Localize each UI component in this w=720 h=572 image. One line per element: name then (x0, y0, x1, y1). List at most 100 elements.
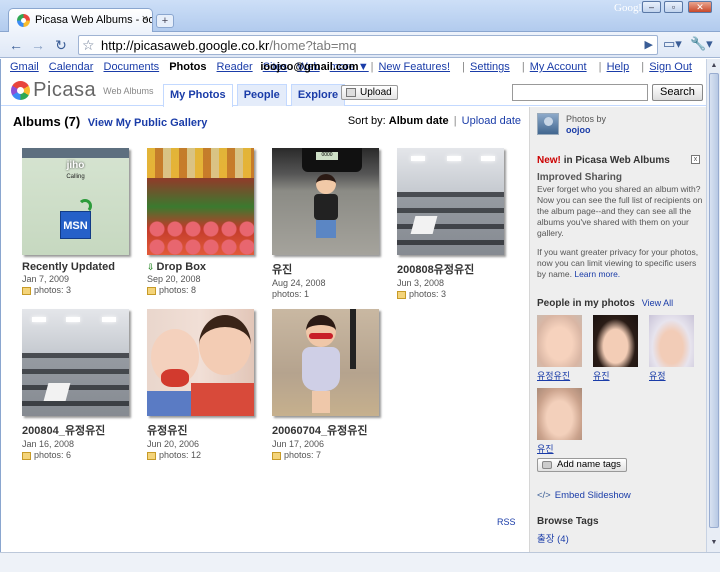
album-thumbnail[interactable] (147, 148, 254, 255)
tag-link[interactable]: 출장 (4) (537, 531, 569, 545)
add-name-tags-button[interactable]: Add name tags (537, 458, 627, 472)
album-name[interactable]: 200804_유정유진 (22, 422, 142, 438)
album-card[interactable]: ⇩ Drop Box Sep 20, 2008 photos: 8 (147, 148, 267, 295)
album-photos-icon (397, 290, 406, 299)
album-thumbnail[interactable]: 0000 (272, 148, 379, 255)
album-thumbnail[interactable] (147, 309, 254, 416)
album-card[interactable]: 20060704_유정유진 Jun 17, 2006 photos: 7 (272, 309, 392, 460)
album-photos-icon (272, 451, 281, 460)
album-date: Jun 3, 2008 (397, 278, 445, 288)
main-tabs: My Photos People Explore (163, 84, 346, 107)
picasa-logo[interactable]: Picasa Web Albums (11, 79, 154, 102)
wrench-menu-icon[interactable]: 🔧▾ (690, 36, 713, 52)
public-gallery-link[interactable]: View My Public Gallery (88, 117, 208, 129)
album-date: Jun 17, 2006 (272, 439, 325, 449)
picasa-header: Picasa Web Albums My Photos People Explo… (1, 78, 707, 107)
album-card[interactable]: jiho Calling MSN Recently Updated Jan 7,… (22, 148, 142, 295)
close-icon[interactable]: x (691, 155, 700, 164)
album-count: photos: 1 (272, 289, 310, 299)
album-card[interactable]: 0000 유진 Aug 24, 2008 photos: 1 (272, 148, 392, 299)
close-window-button[interactable]: ✕ (688, 1, 712, 13)
album-name[interactable]: 200808유정유진 (397, 261, 517, 277)
gbar-gmail[interactable]: Gmail (10, 61, 39, 73)
albums-panel: Albums (7) View My Public Gallery Sort b… (1, 107, 529, 552)
person-name[interactable]: 유정유진 (537, 369, 583, 382)
new-features-link[interactable]: New Features! (378, 61, 450, 73)
tab-my-photos[interactable]: My Photos (163, 84, 233, 107)
album-count: photos: 3 (397, 289, 517, 299)
person-card[interactable]: 유정 (649, 315, 695, 382)
my-account-link[interactable]: My Account (530, 61, 587, 73)
sort-album-date: Album date (388, 115, 449, 127)
album-name[interactable]: ⇩ Drop Box (147, 261, 267, 273)
person-card[interactable]: 유진 (537, 388, 583, 455)
avatar[interactable] (537, 113, 559, 135)
person-name[interactable]: 유정 (649, 369, 695, 382)
promo-subtitle: Improved Sharing (537, 172, 623, 183)
person-face[interactable] (593, 315, 638, 367)
learn-more-link[interactable]: Learn more. (574, 269, 620, 279)
person-card[interactable]: 유정유진 (537, 315, 583, 382)
forward-arrow-icon[interactable]: → (29, 36, 47, 54)
album-count: photos: 8 (147, 285, 267, 295)
album-thumbnail[interactable] (272, 309, 379, 416)
page-menu-icon[interactable]: ▭▾ (663, 36, 682, 52)
albums-heading: Albums (7) View My Public Gallery (13, 114, 208, 129)
album-thumbnail[interactable]: jiho Calling MSN (22, 148, 129, 255)
tab-people[interactable]: People (236, 84, 287, 106)
picasa-favicon-icon (17, 14, 30, 27)
browser-toolbar: ← → ↻ ☆ http://picasaweb.google.co.kr/ho… (0, 32, 720, 58)
browser-tab[interactable]: Picasa Web Albums - oo... × (8, 8, 153, 32)
tab-close-icon[interactable]: × (142, 13, 148, 25)
embed-slideshow-link[interactable]: </> Embed Slideshow (537, 490, 631, 501)
scroll-up-icon[interactable]: ▲ (709, 61, 719, 71)
album-thumbnail[interactable] (22, 309, 129, 416)
album-name[interactable]: Recently Updated (22, 261, 142, 273)
album-name[interactable]: 유진 (272, 261, 392, 277)
scroll-thumb[interactable] (709, 73, 719, 528)
view-all-link[interactable]: View All (642, 298, 673, 308)
album-card[interactable]: 유정유진 Jun 20, 2006 photos: 12 (147, 309, 267, 460)
search-input[interactable] (512, 84, 648, 101)
person-face[interactable] (537, 315, 582, 367)
new-tab-button[interactable]: + (156, 14, 174, 28)
help-link[interactable]: Help (607, 61, 630, 73)
browse-tags-heading: Browse Tags (537, 516, 599, 527)
person-face[interactable] (649, 315, 694, 367)
settings-link[interactable]: Settings (470, 61, 510, 73)
minimize-button[interactable]: – (642, 1, 661, 13)
gbar-calendar[interactable]: Calendar (49, 61, 94, 73)
address-bar[interactable]: ☆ http://picasaweb.google.co.kr/home?tab… (78, 35, 658, 55)
album-count: photos: 3 (22, 285, 142, 295)
maximize-button[interactable]: ▫ (664, 1, 683, 13)
person-name[interactable]: 유진 (537, 442, 583, 455)
reload-icon[interactable]: ↻ (52, 36, 70, 54)
sort-upload-date[interactable]: Upload date (462, 115, 521, 127)
go-arrow-icon[interactable]: ▶ (645, 38, 653, 51)
user-name-link[interactable]: oojoo (566, 125, 591, 135)
person-name[interactable]: 유진 (593, 369, 639, 382)
album-thumbnail[interactable] (397, 148, 504, 255)
sign-out-link[interactable]: Sign Out (649, 61, 692, 73)
vertical-scrollbar[interactable]: ▲ ▼ (706, 59, 720, 552)
person-face[interactable] (537, 388, 582, 440)
gbar-reader[interactable]: Reader (217, 61, 253, 73)
page-content: Gmail Calendar Documents Photos Reader S… (0, 59, 720, 552)
album-name[interactable]: 유정유진 (147, 422, 267, 438)
album-date: Sep 20, 2008 (147, 274, 201, 284)
rss-link[interactable]: RSS (497, 517, 516, 527)
album-card[interactable]: 200804_유정유진 Jan 16, 2008 photos: 6 (22, 309, 142, 460)
album-date: Jan 7, 2009 (22, 274, 70, 284)
album-card[interactable]: 200808유정유진 Jun 3, 2008 photos: 3 (397, 148, 517, 299)
back-arrow-icon[interactable]: ← (7, 36, 25, 54)
name-tag-icon (542, 461, 552, 469)
person-card[interactable]: 유진 (593, 315, 639, 382)
tab-explore[interactable]: Explore (290, 84, 346, 106)
gbar-documents[interactable]: Documents (104, 61, 160, 73)
upload-button[interactable]: Upload (341, 85, 398, 100)
album-name[interactable]: 20060704_유정유진 (272, 422, 392, 438)
scroll-down-icon[interactable]: ▼ (709, 538, 719, 548)
search-button[interactable]: Search (652, 84, 703, 101)
upload-icon (346, 88, 356, 97)
bookmark-star-icon[interactable]: ☆ (82, 37, 95, 54)
